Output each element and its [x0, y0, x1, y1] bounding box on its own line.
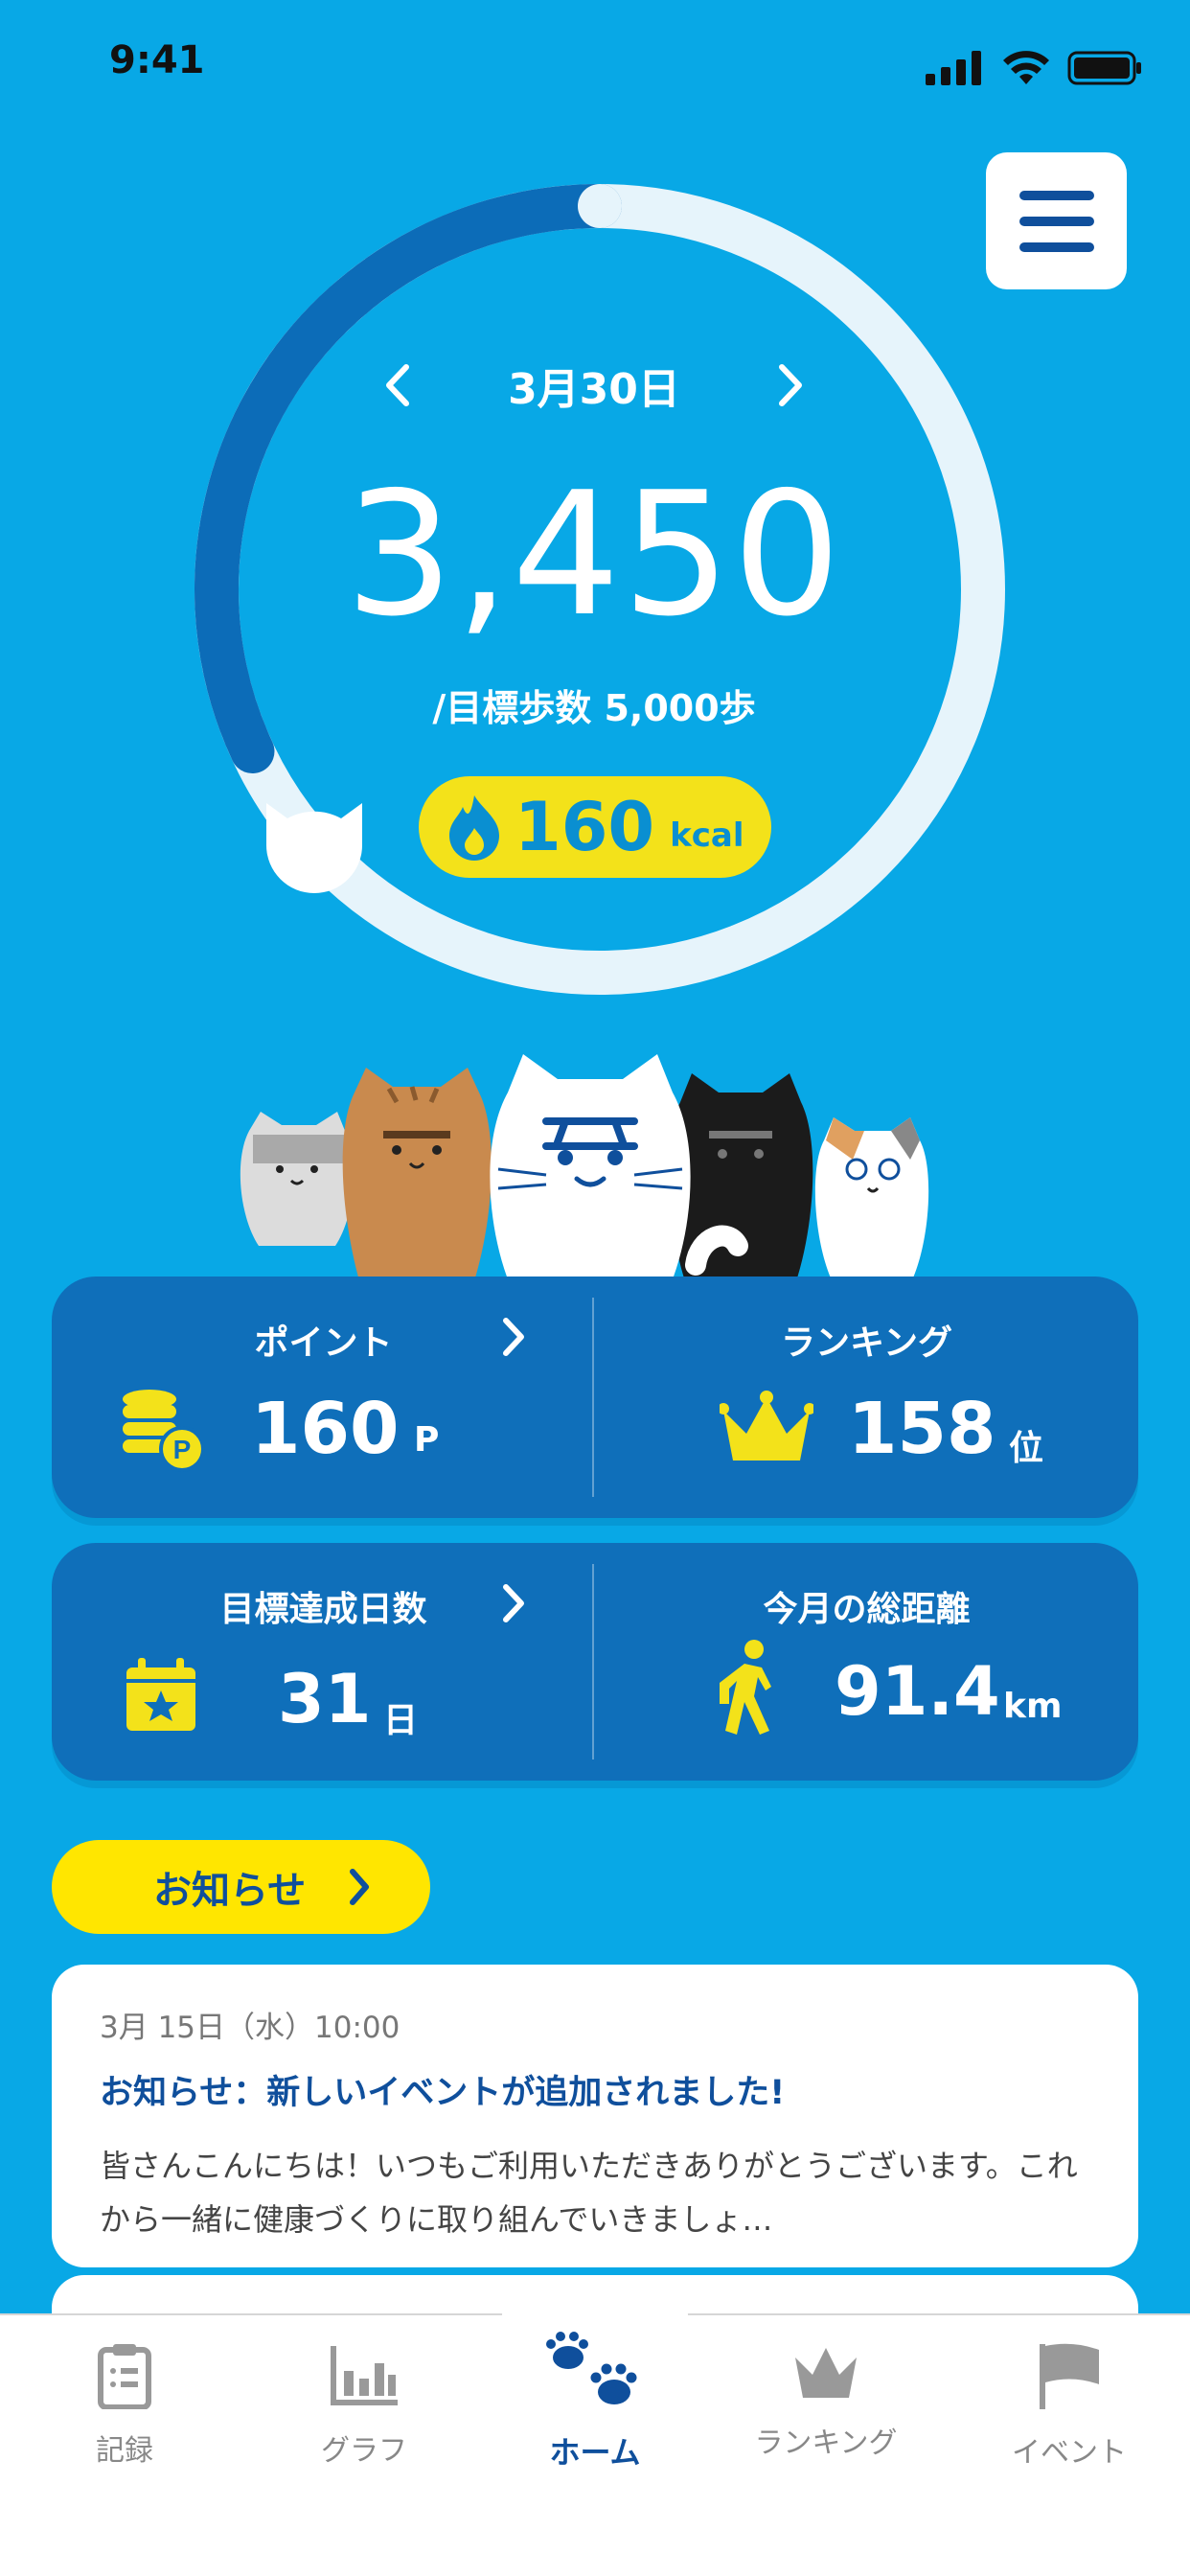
chevron-left-icon[interactable]	[383, 363, 412, 407]
flame-icon	[449, 795, 499, 861]
card-divider	[592, 1564, 594, 1760]
stats-card-1: ポイント P 160 P ランキング 158 位	[52, 1276, 1138, 1518]
calorie-badge: 160 kcal	[419, 776, 771, 878]
goal-days-unit: 日	[383, 1701, 419, 1740]
gray-cat	[240, 1112, 355, 1246]
tab-home-label: ホーム	[549, 2434, 641, 2471]
news-body: 皆さんこんにちは！いつもご利用いただきありがとうございます。これから一緒に健康づ…	[100, 2148, 1078, 2238]
tab-event-label: イベント	[1012, 2436, 1127, 2470]
card-divider	[592, 1298, 594, 1497]
calorie-value: 160	[515, 788, 655, 866]
coins-icon: P	[123, 1390, 205, 1472]
tab-record[interactable]: 記録	[29, 2342, 220, 2469]
tab-event[interactable]: イベント	[973, 2342, 1165, 2471]
white-cat	[490, 1054, 691, 1284]
notice-button[interactable]: お知らせ	[52, 1840, 430, 1934]
walking-icon	[720, 1640, 771, 1735]
news-title: お知らせ：新しいイベントが追加されました!	[100, 2074, 786, 2112]
calorie-unit: kcal	[670, 816, 744, 855]
svg-text:P: P	[173, 1435, 192, 1464]
crown-icon	[720, 1391, 813, 1460]
stats-card-2: 目標達成日数 31 日 今月の総距離 91.4 km	[52, 1543, 1138, 1781]
tab-record-label: 記録	[96, 2434, 153, 2468]
chevron-right-icon	[503, 1584, 524, 1622]
chevron-right-icon	[503, 1318, 524, 1356]
goal-days-value: 31	[278, 1660, 372, 1738]
tab-ranking-label: ランキング	[754, 2426, 898, 2460]
date-navigator: 3月30日	[383, 355, 805, 416]
hamburger-icon	[1018, 190, 1094, 252]
distance-value: 91.4	[835, 1652, 1000, 1731]
status-icons	[926, 50, 1142, 86]
cats-illustration	[240, 1054, 929, 1284]
wifi-icon	[1003, 51, 1049, 84]
ranking-unit: 位	[1009, 1429, 1044, 1468]
tab-home[interactable]: ホーム	[498, 2329, 692, 2472]
tab-graph[interactable]: グラフ	[268, 2342, 460, 2469]
step-goal: /目標歩数 5,000歩	[432, 687, 756, 729]
crown-icon	[795, 2348, 857, 2398]
tab-ranking[interactable]: ランキング	[730, 2342, 922, 2461]
ranking-cell[interactable]: ランキング 158 位	[595, 1276, 1138, 1518]
status-time: 9:41	[109, 38, 205, 82]
paw-icon	[546, 2332, 637, 2404]
distance-cell[interactable]: 今月の総距離 91.4 km	[595, 1543, 1138, 1781]
notice-label: お知らせ	[153, 1869, 307, 1913]
chevron-right-icon[interactable]	[776, 363, 805, 407]
distance-title: 今月の総距離	[763, 1590, 971, 1629]
ranking-value: 158	[848, 1388, 996, 1470]
clipboard-icon	[98, 2344, 151, 2410]
points-value: 160	[251, 1388, 400, 1470]
ranking-title: ランキング	[781, 1323, 952, 1363]
step-count: 3,450	[345, 455, 843, 654]
chevron-right-icon	[350, 1869, 370, 1905]
flag-icon	[1040, 2343, 1099, 2409]
calico-cat	[814, 1117, 929, 1284]
news-card[interactable]: 3月 15日（水）10:00 お知らせ：新しいイベントが追加されました! 皆さん…	[52, 1965, 1138, 2267]
points-unit: P	[414, 1420, 440, 1460]
points-cell[interactable]: ポイント P 160 P	[52, 1276, 595, 1518]
bar-chart-icon	[331, 2346, 398, 2405]
tab-graph-label: グラフ	[321, 2434, 407, 2468]
battery-icon	[1067, 51, 1141, 85]
calendar-star-icon	[126, 1658, 195, 1731]
cat-progress-marker	[266, 803, 362, 893]
goal-days-cell[interactable]: 目標達成日数 31 日	[52, 1543, 595, 1781]
signal-icon	[926, 51, 981, 85]
date-label: 3月30日	[508, 365, 680, 414]
distance-unit: km	[1003, 1687, 1063, 1726]
menu-button[interactable]	[986, 152, 1127, 289]
brown-cat	[342, 1068, 492, 1284]
news-date: 3月 15日（水）10:00	[100, 2011, 400, 2045]
